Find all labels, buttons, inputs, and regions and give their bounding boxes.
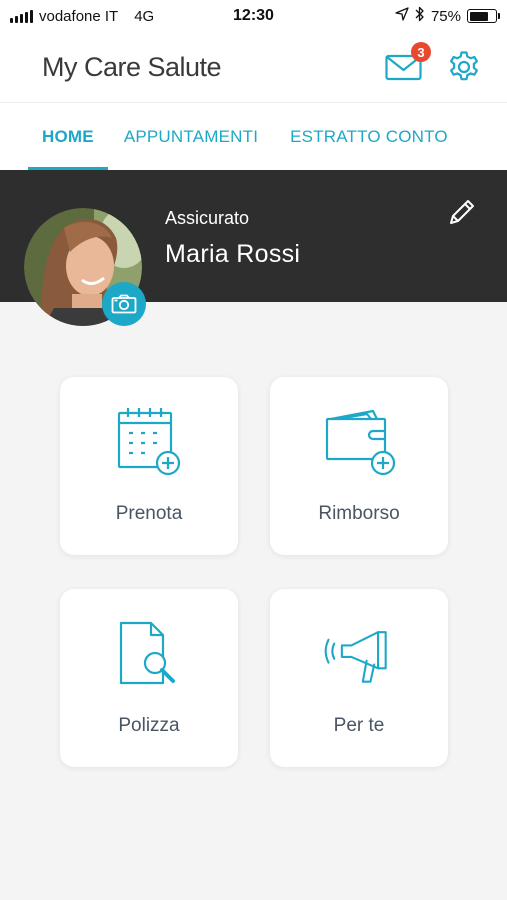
network-label: 4G: [134, 7, 155, 25]
tile-polizza[interactable]: Polizza: [60, 589, 238, 767]
status-bar: vodafone IT 4G 12:30 75%: [0, 0, 507, 32]
messages-button[interactable]: 3: [385, 42, 431, 82]
tile-label: Polizza: [118, 715, 180, 736]
app-logo: My Care Salute: [42, 51, 222, 82]
status-left: vodafone IT 4G: [10, 8, 154, 25]
location-icon: [395, 7, 409, 25]
unread-badge: 3: [411, 42, 431, 62]
settings-button[interactable]: [447, 50, 481, 84]
tile-per-te[interactable]: Per te: [270, 589, 448, 767]
signal-icon: [10, 9, 33, 23]
tile-label: Per te: [333, 715, 385, 736]
megaphone-icon: [319, 615, 399, 695]
battery-icon: [467, 9, 500, 23]
wallet-add-icon: [319, 403, 399, 483]
pencil-icon: [450, 200, 474, 224]
edit-profile-button[interactable]: [444, 194, 480, 230]
tile-prenota[interactable]: Prenota: [60, 377, 238, 555]
tab-estratto-conto[interactable]: ESTRATTO CONTO: [276, 103, 462, 170]
tab-appuntamenti[interactable]: APPUNTAMENTI: [110, 103, 272, 170]
tile-label: Prenota: [115, 503, 183, 524]
calendar-add-icon: [109, 403, 189, 483]
header-actions: 3: [385, 42, 481, 84]
profile-name: Maria Rossi: [165, 240, 301, 268]
tile-rimborso[interactable]: Rimborso: [270, 377, 448, 555]
battery-level: [469, 11, 489, 21]
change-photo-button[interactable]: [102, 282, 146, 326]
status-right: 75%: [395, 6, 500, 26]
document-search-icon: [109, 615, 189, 695]
tab-home[interactable]: HOME: [28, 103, 108, 170]
profile-role: Assicurato: [165, 208, 250, 228]
battery-percent: 75%: [430, 7, 461, 25]
bluetooth-icon: [415, 6, 425, 26]
carrier-label: vodafone IT: [39, 7, 119, 25]
tile-label: Rimborso: [318, 503, 400, 524]
app-header: My Care Salute 3: [0, 32, 507, 102]
camera-icon: [111, 294, 137, 314]
tab-bar: HOME APPUNTAMENTI ESTRATTO CONTO: [0, 102, 507, 170]
gear-icon: [450, 51, 478, 81]
